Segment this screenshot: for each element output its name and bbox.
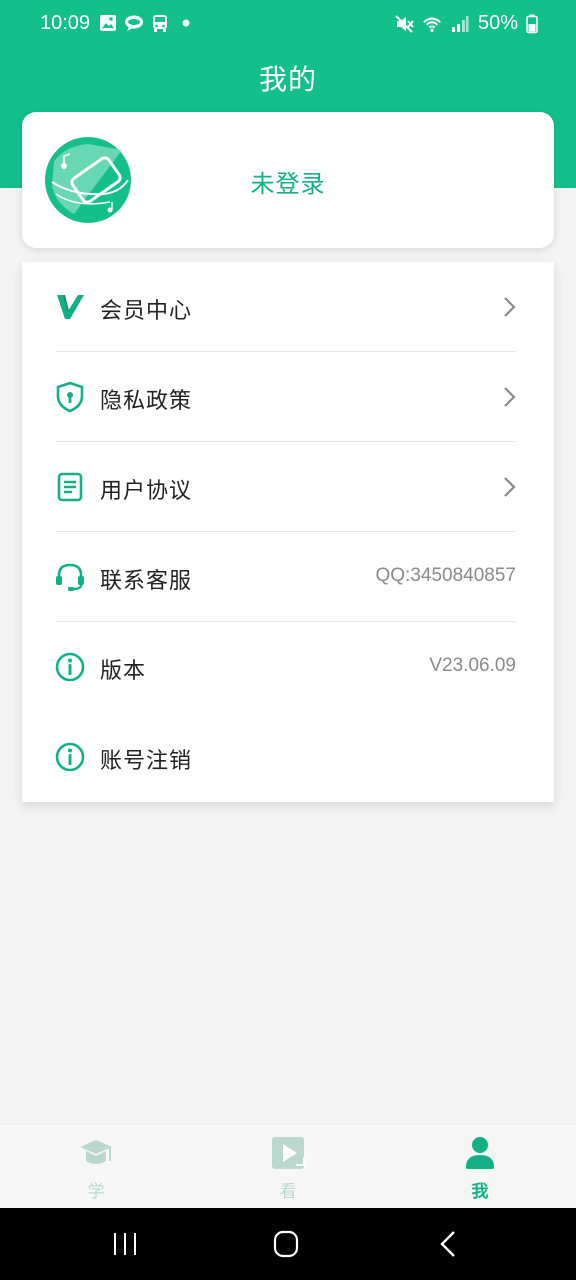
status-bar: 10:09 50% (0, 0, 576, 48)
battery-icon (526, 14, 538, 34)
tab-me[interactable]: 我 (384, 1125, 576, 1209)
headset-icon (54, 561, 86, 593)
page-title: 我的 (258, 63, 317, 96)
chevron-right-icon (502, 384, 518, 410)
system-nav-bar (0, 1208, 576, 1280)
play-video-icon (270, 1135, 306, 1171)
menu-label: 用户协议 (100, 479, 193, 504)
menu-label: 联系客服 (100, 569, 193, 594)
menu-item-privacy-policy[interactable]: 隐私政策 (22, 352, 554, 442)
dot-icon (176, 13, 196, 33)
tab-label: 学 (87, 1182, 105, 1202)
info-icon (54, 651, 86, 683)
menu-label: 隐私政策 (100, 389, 193, 414)
chevron-right-icon (502, 474, 518, 500)
menu-card: 会员中心 隐私政策 用户协议 联系客服 QQ:3450840857 版本 V23… (22, 262, 554, 802)
mute-icon (394, 14, 414, 34)
bus-icon (150, 13, 170, 33)
menu-label: 会员中心 (100, 299, 193, 324)
vip-icon (54, 291, 86, 323)
status-time: 10:09 (40, 12, 91, 34)
bottom-nav: 学 看 我 (0, 1124, 576, 1208)
version-value: V23.06.09 (429, 655, 516, 676)
battery-percent: 50% (477, 12, 518, 34)
status-left-icons (98, 13, 196, 33)
menu-item-version[interactable]: 版本 V23.06.09 (22, 622, 554, 712)
image-icon (98, 13, 118, 33)
login-status-label[interactable]: 未登录 (22, 164, 554, 199)
person-icon (462, 1135, 498, 1171)
chevron-right-icon (502, 294, 518, 320)
menu-item-customer-service[interactable]: 联系客服 QQ:3450840857 (22, 532, 554, 622)
tab-learn[interactable]: 学 (0, 1125, 192, 1209)
graduation-cap-icon (78, 1135, 114, 1171)
menu-item-delete-account[interactable]: 账号注销 (22, 712, 554, 802)
shield-lock-icon (54, 381, 86, 413)
tab-label: 我 (471, 1182, 489, 1202)
chat-icon (124, 13, 144, 33)
menu-item-vip-center[interactable]: 会员中心 (22, 262, 554, 352)
menu-item-user-agreement[interactable]: 用户协议 (22, 442, 554, 532)
info-icon (54, 741, 86, 773)
tab-label: 看 (279, 1182, 297, 1202)
wifi-icon (422, 14, 442, 34)
menu-label: 账号注销 (100, 749, 193, 774)
status-right: 50% (394, 12, 538, 35)
recent-apps-icon[interactable] (105, 1226, 145, 1262)
menu-label: 版本 (100, 659, 147, 684)
document-icon (54, 471, 86, 503)
back-icon[interactable] (428, 1226, 468, 1262)
profile-card[interactable]: 未登录 (22, 112, 554, 248)
qq-contact-value: QQ:3450840857 (375, 565, 516, 586)
home-icon[interactable] (266, 1226, 306, 1262)
tab-watch[interactable]: 看 (192, 1125, 384, 1209)
signal-icon (450, 14, 470, 34)
